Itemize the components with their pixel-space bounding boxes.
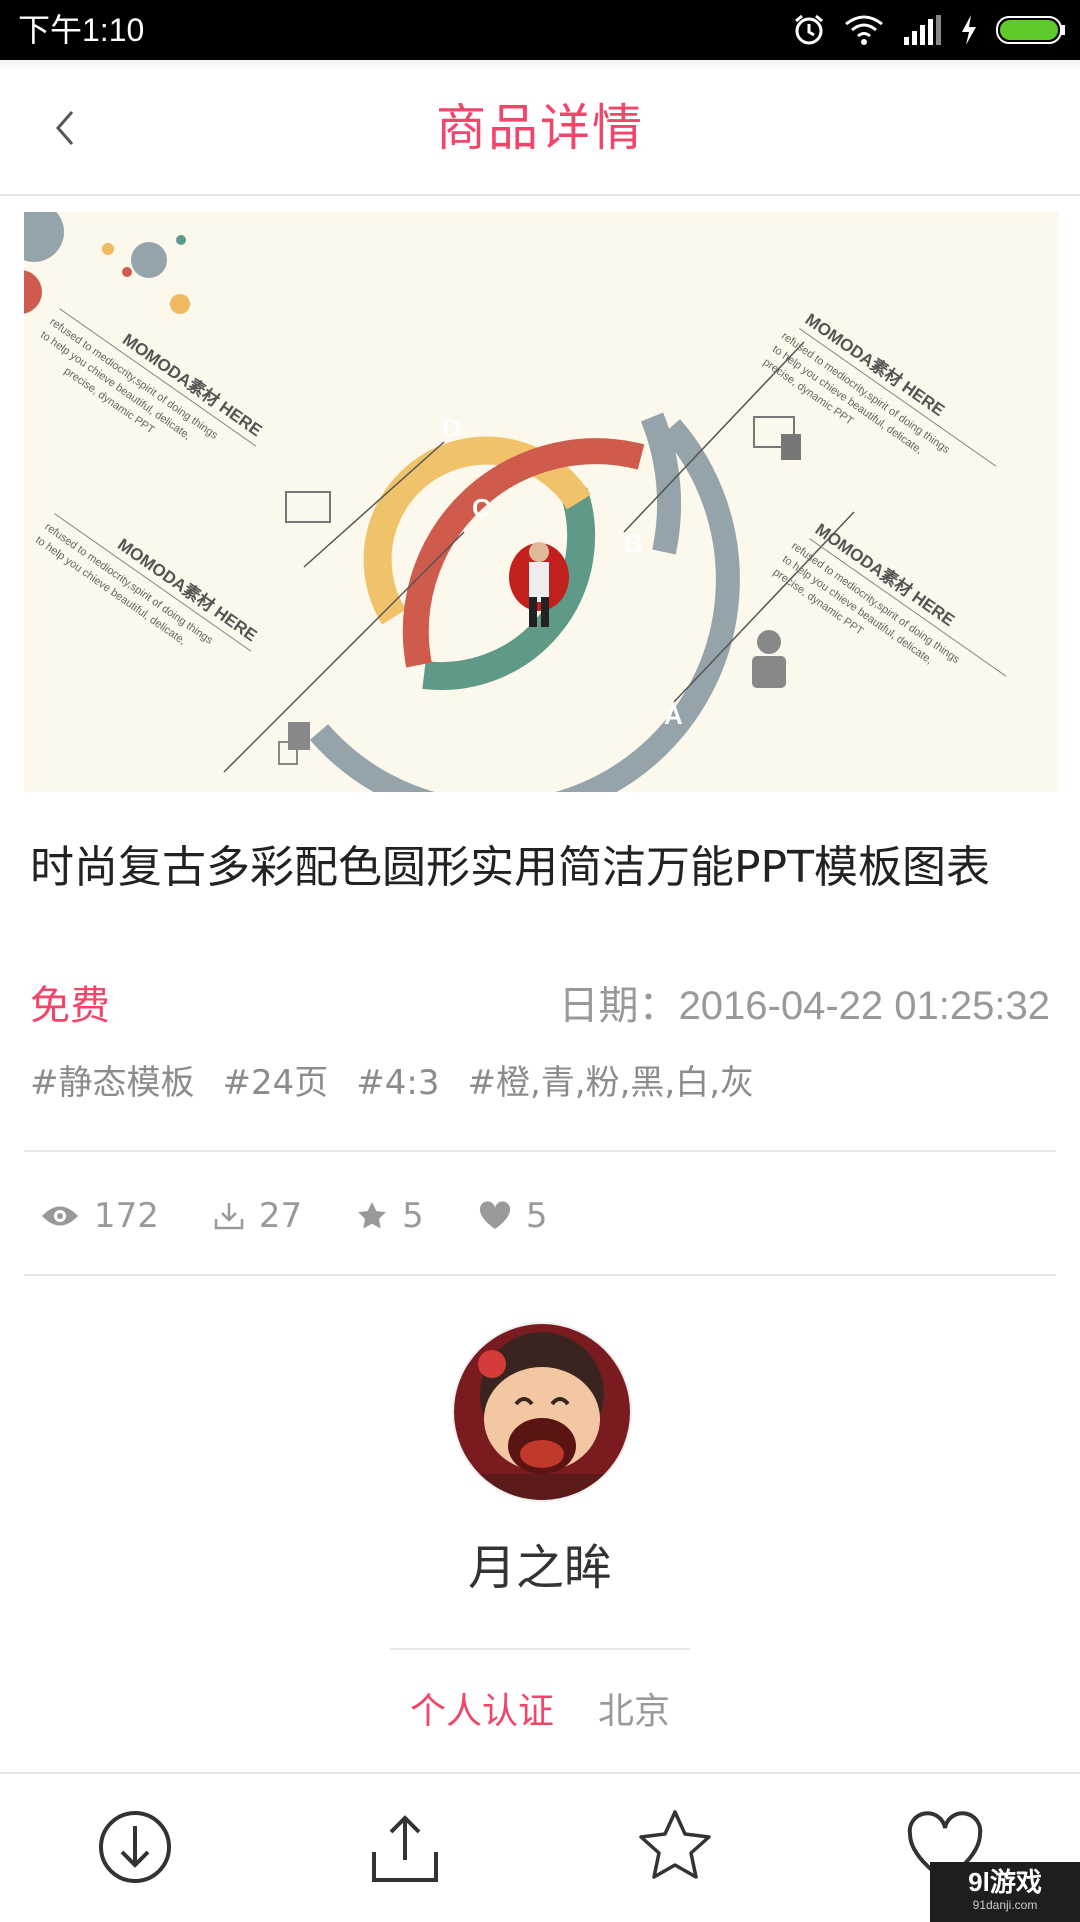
price-label: 免费 <box>30 983 110 1029</box>
views-count: 172 <box>94 1196 159 1236</box>
tag-item[interactable]: #橙,青,粉,黑,白,灰 <box>467 1058 754 1108</box>
segment-label-c: C <box>472 493 491 523</box>
likes-stat: 5 <box>478 1196 548 1236</box>
page-title: 商品详情 <box>436 99 644 157</box>
date-value: 2016-04-22 01:25:32 <box>678 984 1050 1028</box>
divider <box>24 1150 1056 1152</box>
divider <box>24 1274 1056 1276</box>
alarm-icon <box>795 14 823 45</box>
heart-icon <box>479 1201 510 1229</box>
stars-count: 5 <box>402 1196 424 1236</box>
product-title: 时尚复古多彩配色圆形实用简洁万能PPT模板图表 <box>30 842 990 893</box>
tag-list: #静态模板 #24页 #4:3 #橙,青,粉,黑,白,灰 <box>30 1058 754 1108</box>
eye-icon <box>42 1206 78 1226</box>
author-avatar[interactable] <box>452 1322 632 1502</box>
tag-item[interactable]: #静态模板 <box>30 1058 195 1108</box>
divider <box>390 1648 690 1650</box>
status-bar: 下午1:10 <box>0 0 1080 60</box>
segment-label-b: B <box>624 528 643 558</box>
charging-icon <box>962 15 976 45</box>
tag-item[interactable]: #4:3 <box>356 1058 439 1108</box>
share-icon[interactable] <box>362 1804 448 1890</box>
favorite-star-icon[interactable] <box>632 1804 718 1890</box>
certification-badge: 个人认证 <box>409 1691 554 1732</box>
site-watermark: 9l游戏 91danji.com <box>930 1862 1080 1922</box>
product-banner-image[interactable]: A B C D MOMODA素材 HERE refused to mediocr… <box>24 212 1058 792</box>
status-time: 下午1:10 <box>18 12 145 48</box>
banner-illustration: A B C D MOMODA素材 HERE refused to mediocr… <box>24 212 1007 792</box>
likes-count: 5 <box>525 1196 548 1236</box>
date-row: 日期：2016-04-22 01:25:32 <box>559 980 1050 1032</box>
stats-row: 172 27 5 5 <box>40 1188 601 1244</box>
download-icon <box>214 1203 244 1230</box>
download-button-icon[interactable] <box>92 1804 178 1890</box>
wifi-icon <box>845 15 883 45</box>
star-icon <box>358 1202 387 1229</box>
downloads-count: 27 <box>258 1196 303 1236</box>
downloads-stat: 27 <box>213 1196 302 1236</box>
battery-icon <box>996 16 1065 44</box>
tag-item[interactable]: #24页 <box>223 1058 329 1108</box>
author-city: 北京 <box>598 1691 671 1732</box>
segment-label-a: A <box>664 700 683 730</box>
status-icons <box>792 10 1066 50</box>
segment-label-d: D <box>442 413 461 443</box>
views-stat: 172 <box>40 1196 159 1236</box>
avatar-image <box>454 1324 630 1500</box>
signal-icon <box>904 15 941 45</box>
author-meta: 个人认证 北京 <box>0 1686 1080 1738</box>
header: 商品详情 <box>0 60 1080 196</box>
watermark-url: 91danji.com <box>972 1898 1038 1912</box>
date-label: 日期： <box>558 984 679 1028</box>
bottom-action-bar: 9l游戏 91danji.com <box>0 1772 1080 1922</box>
author-name[interactable]: 月之眸 <box>0 1536 1080 1600</box>
watermark-text: 9l游戏 <box>968 1867 1042 1897</box>
stars-stat: 5 <box>356 1196 424 1236</box>
